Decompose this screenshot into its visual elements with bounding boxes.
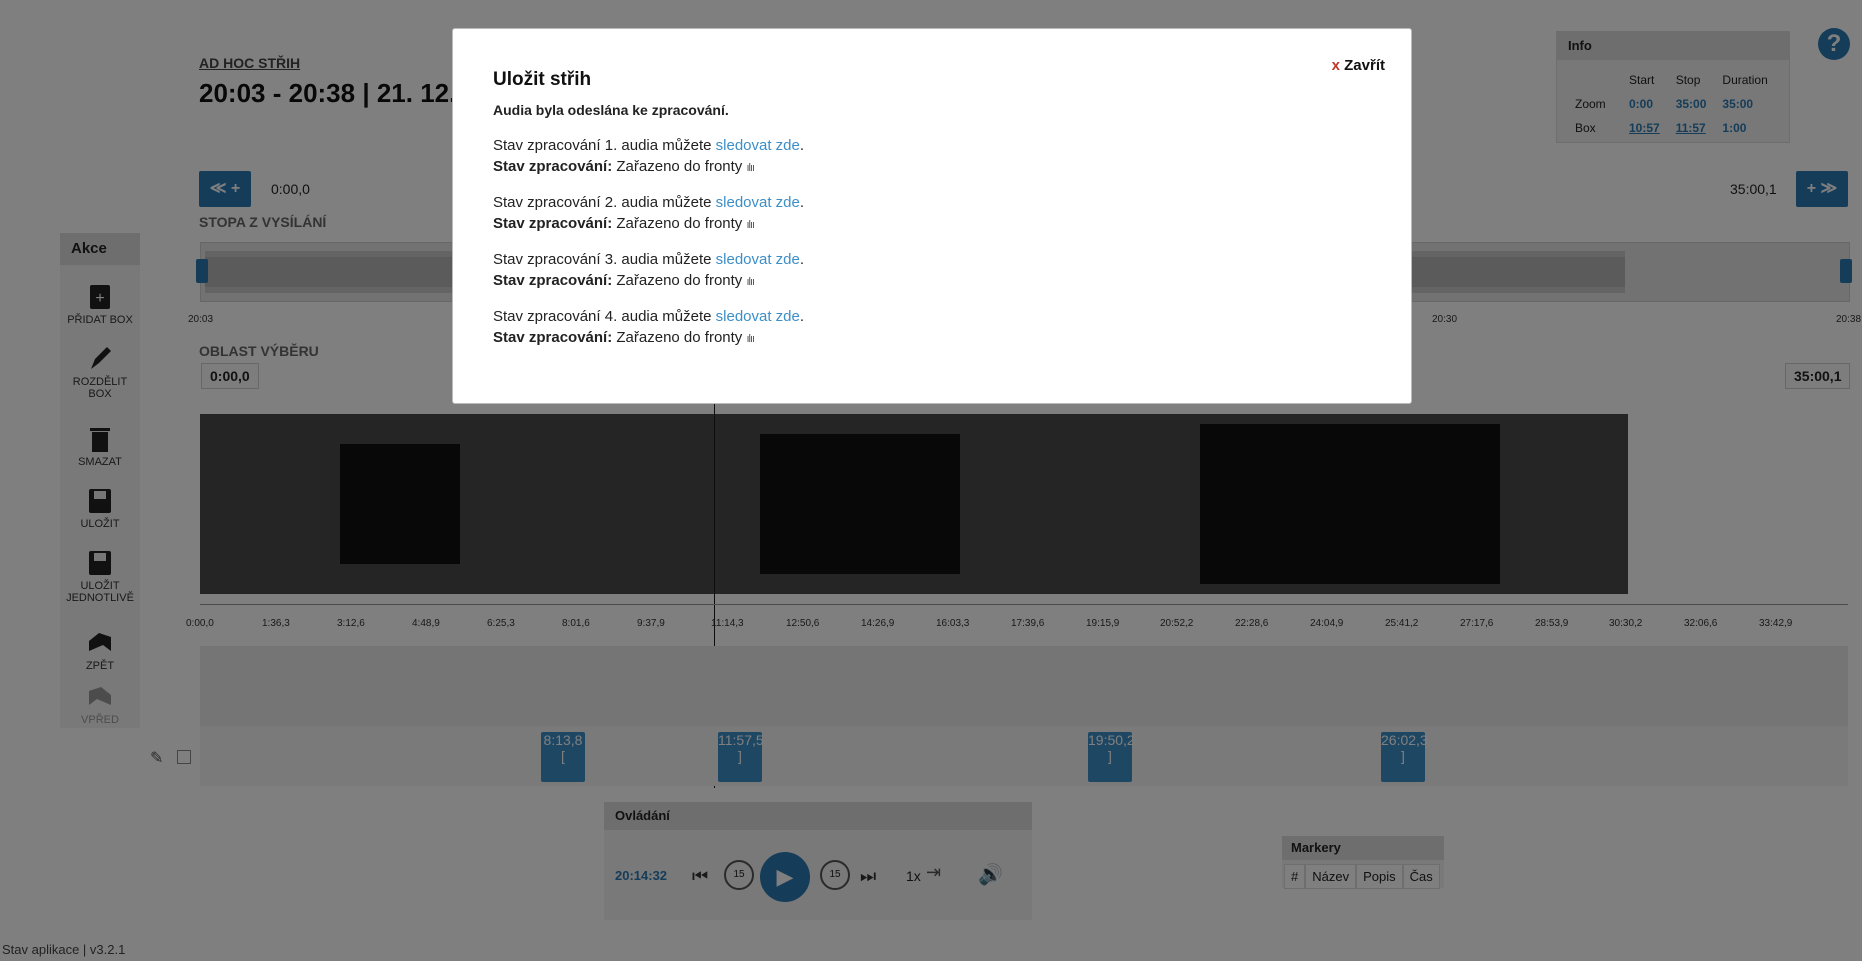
status-text: Stav zpracování 4. audia můžete xyxy=(493,308,716,325)
modal-message: Audia byla odeslána ke zpracování. xyxy=(493,102,729,118)
status-value: Zařazeno do fronty xyxy=(616,272,743,289)
status-label: Stav zpracování: xyxy=(493,158,613,175)
close-icon: x xyxy=(1331,57,1340,74)
status-label: Stav zpracování: xyxy=(493,215,613,232)
close-button[interactable]: x Zavřít xyxy=(1332,57,1385,74)
audio-status-item: Stav zpracování 3. audia můžete sledovat… xyxy=(493,249,804,293)
audio-status-item: Stav zpracování 1. audia můžete sledovat… xyxy=(493,135,804,179)
status-text: Stav zpracování 1. audia můžete xyxy=(493,137,716,154)
close-label: Zavřít xyxy=(1344,57,1385,74)
status-text: Stav zpracování 3. audia můžete xyxy=(493,251,716,268)
track-link[interactable]: sledovat zde xyxy=(716,308,800,325)
status-suffix: . xyxy=(799,308,805,325)
loading-icon: ılıı xyxy=(746,276,755,288)
status-label: Stav zpracování: xyxy=(493,272,613,289)
track-link[interactable]: sledovat zde xyxy=(716,137,800,154)
status-suffix: . xyxy=(799,137,805,154)
status-value: Zařazeno do fronty xyxy=(616,215,743,232)
modal-title: Uložit střih xyxy=(493,69,592,90)
loading-icon: ılıı xyxy=(746,219,755,231)
loading-icon: ılıı xyxy=(746,333,755,345)
loading-icon: ılıı xyxy=(746,162,755,174)
track-link[interactable]: sledovat zde xyxy=(716,251,800,268)
audio-status-item: Stav zpracování 2. audia můžete sledovat… xyxy=(493,192,804,236)
status-text: Stav zpracování 2. audia můžete xyxy=(493,194,716,211)
status-label: Stav zpracování: xyxy=(493,329,613,346)
track-link[interactable]: sledovat zde xyxy=(716,194,800,211)
audio-status-item: Stav zpracování 4. audia můžete sledovat… xyxy=(493,306,804,350)
status-value: Zařazeno do fronty xyxy=(616,158,743,175)
status-suffix: . xyxy=(799,251,805,268)
status-value: Zařazeno do fronty xyxy=(616,329,743,346)
save-cut-modal: Uložit střih x Zavřít Audia byla odeslán… xyxy=(452,28,1412,404)
status-suffix: . xyxy=(799,194,805,211)
